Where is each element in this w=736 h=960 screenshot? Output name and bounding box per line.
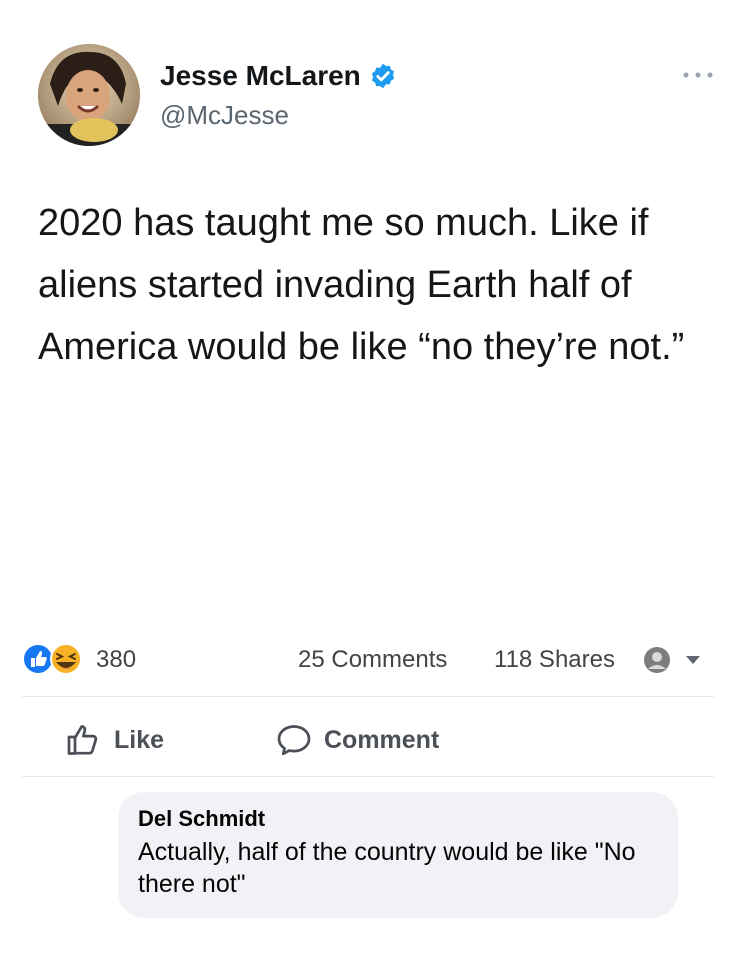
like-button[interactable]: Like [66, 720, 164, 760]
like-label: Like [114, 725, 165, 754]
avatar[interactable] [38, 44, 140, 146]
handle[interactable]: @McJesse [160, 100, 289, 131]
chevron-down-icon [686, 656, 700, 664]
comment-button[interactable]: Comment [276, 720, 439, 760]
divider [22, 776, 714, 777]
comments-count[interactable]: 25 Comments [298, 646, 447, 674]
tweet-text: 2020 has taught me so much. Like if alie… [38, 202, 685, 368]
more-options-icon[interactable] [680, 68, 716, 82]
comment-label: Comment [324, 725, 440, 754]
profile-mini-avatar-icon [644, 647, 670, 673]
haha-icon [50, 643, 82, 675]
speech-bubble-icon [277, 725, 311, 756]
avatar-image [38, 44, 140, 146]
divider [22, 696, 714, 697]
comment-text: Actually, half of the country would be l… [138, 838, 636, 898]
audience-selector[interactable] [642, 645, 706, 675]
comment-author[interactable]: Del Schmidt [138, 806, 265, 832]
shares-count[interactable]: 118 Shares [494, 646, 615, 674]
like-icon [22, 643, 54, 675]
display-name[interactable]: Jesse McLaren [160, 60, 361, 92]
thumbs-up-icon [67, 725, 98, 755]
reaction-count[interactable]: 380 [96, 646, 136, 674]
verified-badge-icon [371, 63, 394, 89]
reaction-icons[interactable] [22, 643, 90, 675]
display-name-row: Jesse McLaren [160, 60, 397, 92]
